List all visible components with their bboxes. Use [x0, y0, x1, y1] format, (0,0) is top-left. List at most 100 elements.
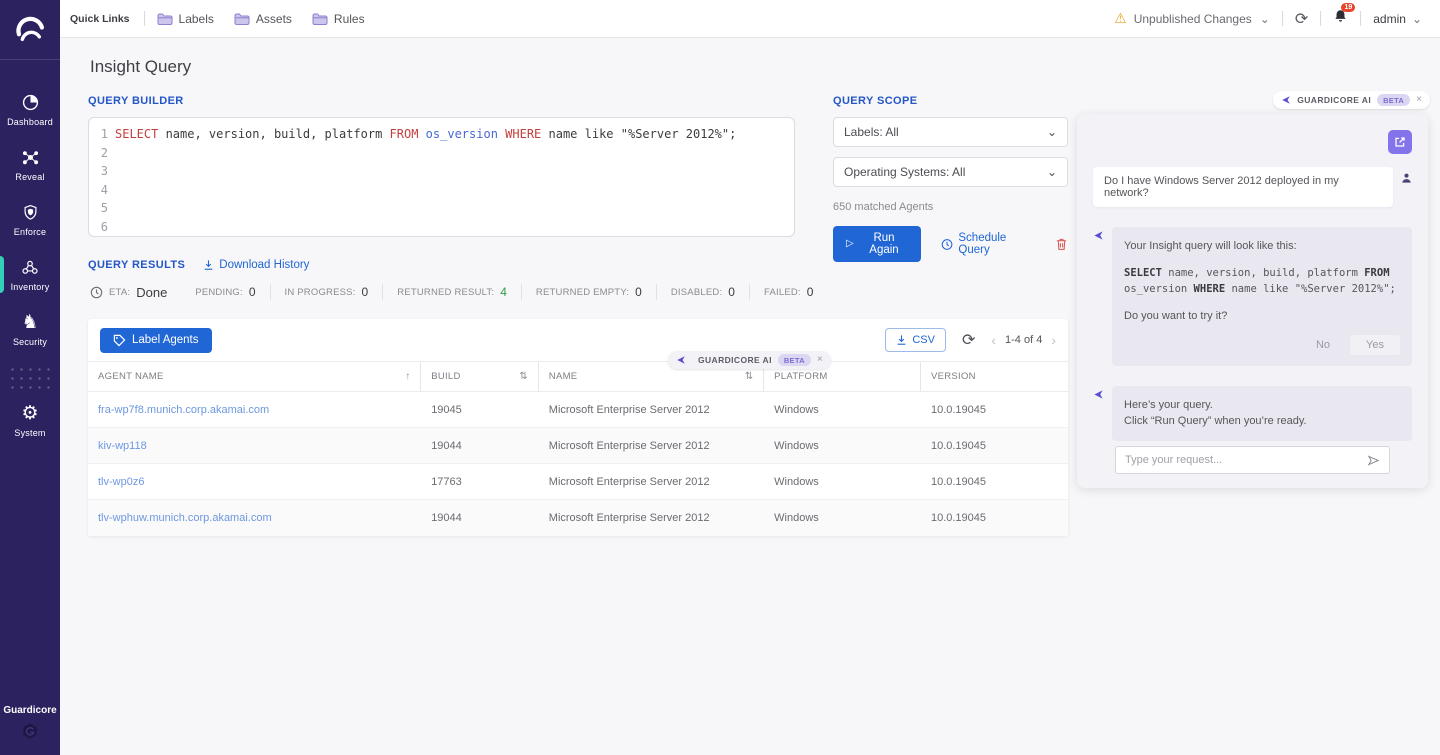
ai-message-bubble: Here’s your query. Click “Run Query” whe…	[1112, 386, 1412, 441]
editor-line: 3	[89, 162, 794, 181]
trash-icon	[1055, 237, 1068, 252]
sidebar-item-security[interactable]: ♞ Security	[0, 302, 60, 357]
no-button[interactable]: No	[1308, 335, 1338, 355]
label-agents-button[interactable]: Label Agents	[100, 328, 212, 353]
build-cell: 19044	[421, 440, 539, 452]
editor-line: 1 SELECT name, version, build, platform …	[89, 125, 794, 144]
knight-icon: ♞	[21, 313, 38, 333]
line-number: 1	[89, 125, 115, 144]
topbar-link-rules[interactable]: Rules	[312, 12, 365, 26]
line-number: 2	[89, 144, 115, 163]
stat-label: FAILED:	[764, 287, 801, 298]
column-header-agent-name[interactable]: AGENT NAME ↑	[88, 362, 421, 391]
matched-agents-count: 650 matched Agents	[833, 201, 1068, 213]
query-scope-heading: QUERY SCOPE	[833, 95, 1068, 107]
guardicore-brand-label: Guardicore	[0, 705, 60, 716]
refresh-icon[interactable]: ⟳	[1295, 9, 1308, 29]
agent-name-link[interactable]: tlv-wphuw.munich.corp.akamai.com	[88, 512, 421, 524]
download-history-label: Download History	[219, 259, 309, 271]
close-icon[interactable]: ×	[817, 355, 823, 365]
labels-filter-dropdown[interactable]: Labels: All ⌄	[833, 117, 1068, 147]
os-filter-dropdown[interactable]: Operating Systems: All ⌄	[833, 157, 1068, 187]
main-content: Insight Query QUERY BUILDER 1 SELECT nam…	[60, 38, 1440, 755]
ai-message-bubble: Your Insight query will look like this: …	[1112, 227, 1412, 366]
chevron-down-icon[interactable]: ⌄	[1412, 13, 1422, 25]
ai-badge-name: GUARDICORE AI	[698, 355, 772, 365]
download-history-link[interactable]: Download History	[203, 259, 309, 271]
topbar-link-assets[interactable]: Assets	[234, 12, 292, 26]
akamai-logo-icon	[13, 13, 47, 47]
sort-icon[interactable]: ⇅	[745, 371, 753, 382]
topbar-divider	[1282, 11, 1283, 26]
stat-label: RETURNED EMPTY:	[536, 287, 629, 298]
warning-icon: ⚠	[1114, 10, 1127, 27]
labels-filter-value: Labels: All	[844, 125, 899, 139]
agent-name-link[interactable]: tlv-wp0z6	[88, 476, 421, 488]
akamai-logo[interactable]	[0, 0, 60, 60]
sort-icon[interactable]: ⇅	[519, 371, 527, 382]
sidebar-item-inventory[interactable]: Inventory	[0, 247, 60, 302]
column-header-version[interactable]: VERSION	[921, 362, 1068, 391]
sidebar-item-system[interactable]: ⚙ System	[0, 393, 60, 448]
csv-export-button[interactable]: CSV	[885, 328, 946, 352]
yes-button[interactable]: Yes	[1350, 335, 1400, 355]
sidebar-item-enforce[interactable]: Enforce	[0, 192, 60, 247]
expand-panel-button[interactable]	[1388, 130, 1412, 154]
close-icon[interactable]: ×	[1416, 95, 1422, 105]
stat-label: RETURNED RESULT:	[397, 287, 494, 298]
send-icon[interactable]	[1367, 454, 1380, 467]
notifications-bell-button[interactable]: 19	[1333, 8, 1348, 29]
ai-request-input[interactable]	[1125, 454, 1367, 466]
run-again-label: Run Again	[860, 232, 909, 256]
ai-message-line2: Click “Run Query” when you’re ready.	[1124, 413, 1400, 430]
table-toolbar: Label Agents GUARDICORE AI BETA × CSV	[88, 319, 1068, 361]
topbar-right: ⚠ Unpublished Changes ⌄ ⟳ 19 admin ⌄	[1114, 8, 1422, 29]
agent-name-link[interactable]: kiv-wp118	[88, 440, 421, 452]
stat-returned-empty: RETURNED EMPTY: 0	[521, 284, 656, 300]
ai-badge-name: GUARDICORE AI	[1297, 95, 1371, 105]
stat-value: 0	[635, 285, 642, 299]
version-cell: 10.0.19045	[921, 512, 1068, 524]
chevron-down-icon[interactable]: ⌄	[1260, 13, 1270, 25]
next-page-icon[interactable]: ›	[1051, 333, 1056, 347]
stat-failed: FAILED: 0	[749, 284, 827, 300]
query-builder-heading: QUERY BUILDER	[88, 95, 795, 107]
topbar-link-labels[interactable]: Labels	[157, 12, 214, 26]
refresh-table-icon[interactable]: ⟳	[962, 330, 975, 350]
table-row: fra-wp7f8.munich.corp.akamai.com 19045 M…	[88, 392, 1068, 428]
version-cell: 10.0.19045	[921, 440, 1068, 452]
guardicore-logo-icon	[21, 722, 39, 740]
delete-query-icon[interactable]	[1055, 237, 1068, 252]
guardicore-ai-table-badge: GUARDICORE AI BETA ×	[668, 351, 831, 369]
user-menu-button[interactable]: admin	[1373, 12, 1406, 26]
shield-icon	[22, 203, 39, 223]
ai-message-line1: Here’s your query.	[1124, 397, 1400, 414]
topbar-link-label: Rules	[334, 12, 365, 26]
query-status-row: ETA: Done PENDING: 0 IN PROGRESS: 0 RETU…	[88, 284, 1068, 300]
pagination: ‹ 1-4 of 4 ›	[991, 333, 1056, 347]
editor-line: 2	[89, 144, 794, 163]
column-header-build[interactable]: BUILD ⇅	[421, 362, 539, 391]
stat-in-progress: IN PROGRESS: 0	[270, 284, 383, 300]
stat-eta: ETA: Done	[88, 284, 181, 300]
previous-page-icon[interactable]: ‹	[991, 333, 996, 347]
schedule-query-link[interactable]: Schedule Query	[941, 232, 1035, 256]
build-cell: 19045	[421, 404, 539, 416]
platform-cell: Windows	[764, 512, 921, 524]
sidebar-item-reveal[interactable]: Reveal	[0, 137, 60, 192]
guardicore-ai-icon	[1281, 95, 1291, 105]
table-row: tlv-wphuw.munich.corp.akamai.com 19044 M…	[88, 500, 1068, 536]
page-title: Insight Query	[90, 57, 191, 77]
stat-value: 4	[500, 285, 507, 299]
run-again-button[interactable]: ▷ Run Again	[833, 226, 921, 262]
quick-links-button[interactable]: Quick Links	[68, 13, 132, 25]
unpublished-changes-button[interactable]: Unpublished Changes	[1134, 12, 1252, 26]
line-number: 6	[89, 218, 115, 237]
sidebar-item-label: Inventory	[11, 282, 50, 292]
name-cell: Microsoft Enterprise Server 2012	[539, 404, 764, 416]
sidebar-item-dashboard[interactable]: Dashboard	[0, 82, 60, 137]
sort-ascending-icon[interactable]: ↑	[405, 371, 410, 382]
download-icon	[203, 259, 214, 271]
sql-editor[interactable]: 1 SELECT name, version, build, platform …	[88, 117, 795, 237]
agent-name-link[interactable]: fra-wp7f8.munich.corp.akamai.com	[88, 404, 421, 416]
